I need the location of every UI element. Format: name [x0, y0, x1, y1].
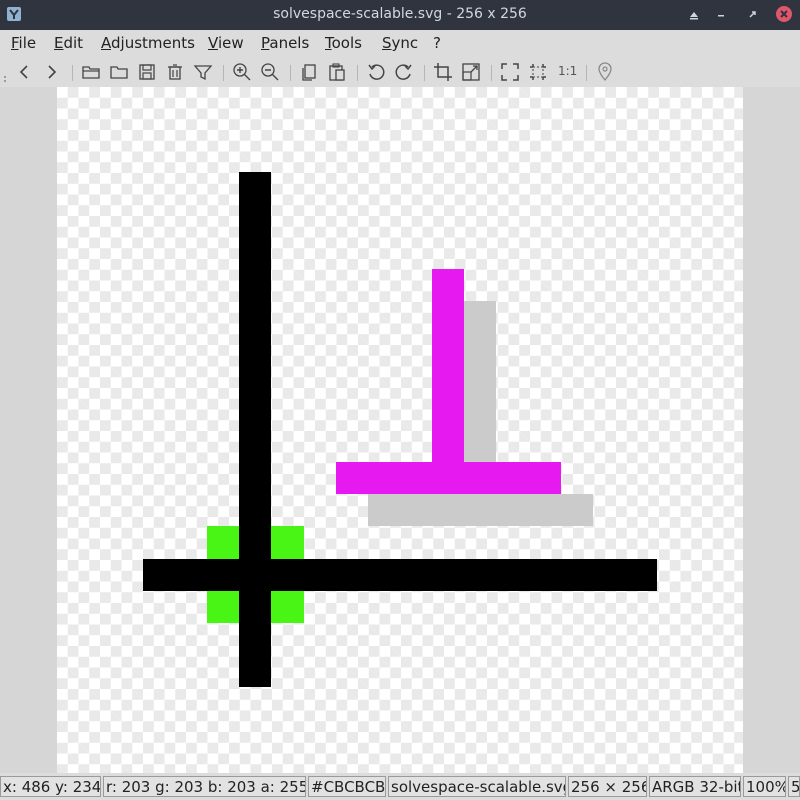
- menu-tools[interactable]: Tools: [325, 34, 362, 52]
- toolbar-separator: [491, 65, 492, 81]
- status-zoom: 100%: [743, 776, 786, 797]
- fit-image-icon[interactable]: [528, 62, 548, 82]
- menu-file[interactable]: File: [11, 34, 36, 52]
- image-content: [143, 172, 657, 687]
- crop-icon[interactable]: [433, 62, 453, 82]
- toolbar-separator: [357, 65, 358, 81]
- menu-sync[interactable]: Sync: [382, 34, 418, 52]
- menu-view[interactable]: View: [208, 34, 244, 52]
- toolbar-separator: [586, 65, 587, 81]
- keep-above-icon[interactable]: [686, 7, 702, 23]
- status-rgba: r: 203 g: 203 b: 203 a: 255: [103, 776, 306, 797]
- status-extra: 57: [788, 776, 800, 797]
- magenta-horizontal-bar: [336, 462, 561, 494]
- location-icon[interactable]: [595, 62, 615, 82]
- close-button[interactable]: [776, 6, 792, 22]
- toolbar-grip-icon[interactable]: [3, 68, 7, 82]
- back-icon[interactable]: [14, 62, 34, 82]
- maximize-button[interactable]: [745, 7, 761, 23]
- status-format: ARGB 32-bit: [649, 776, 741, 797]
- image-canvas[interactable]: [57, 87, 743, 773]
- folder-icon[interactable]: [109, 62, 129, 82]
- zoom-out-icon[interactable]: [260, 62, 280, 82]
- black-vertical-axis: [239, 172, 271, 687]
- forward-icon[interactable]: [42, 62, 62, 82]
- status-bar: x: 486 y: 234 r: 203 g: 203 b: 203 a: 25…: [0, 773, 800, 800]
- black-horizontal-axis: [143, 559, 657, 591]
- undo-icon[interactable]: [366, 62, 386, 82]
- save-icon[interactable]: [137, 62, 157, 82]
- gray-shadow-horizontal: [368, 494, 593, 526]
- menu-bar: File Edit Adjustments View Panels Tools …: [0, 30, 800, 57]
- fit-window-icon[interactable]: [500, 62, 520, 82]
- menu-panels[interactable]: Panels: [261, 34, 309, 52]
- paste-icon[interactable]: [327, 62, 347, 82]
- menu-edit[interactable]: Edit: [54, 34, 83, 52]
- status-filename: solvespace-scalable.svg: [388, 776, 566, 797]
- copy-icon[interactable]: [299, 62, 319, 82]
- magenta-vertical-bar: [432, 269, 464, 463]
- delete-icon[interactable]: [165, 62, 185, 82]
- status-coords: x: 486 y: 234: [0, 776, 101, 797]
- actual-size-icon[interactable]: 1:1: [558, 64, 577, 78]
- open-folder-icon[interactable]: [81, 62, 101, 82]
- redo-icon[interactable]: [394, 62, 414, 82]
- menu-help[interactable]: ?: [433, 34, 441, 52]
- window-title: solvespace-scalable.svg - 256 x 256: [273, 6, 527, 22]
- toolbar-separator: [290, 65, 291, 81]
- toolbar-separator: [223, 65, 224, 81]
- menu-adjustments[interactable]: Adjustments: [101, 34, 195, 52]
- status-dimensions: 256 × 256: [568, 776, 647, 797]
- title-bar: solvespace-scalable.svg - 256 x 256: [0, 0, 800, 30]
- minimize-button[interactable]: [713, 7, 729, 23]
- toolbar: 1:1: [0, 57, 800, 87]
- toolbar-separator: [424, 65, 425, 81]
- filter-icon[interactable]: [193, 62, 213, 82]
- zoom-in-icon[interactable]: [232, 62, 252, 82]
- toolbar-separator: [72, 65, 73, 81]
- resize-icon[interactable]: [461, 62, 481, 82]
- status-hex: #CBCBCB: [308, 776, 386, 797]
